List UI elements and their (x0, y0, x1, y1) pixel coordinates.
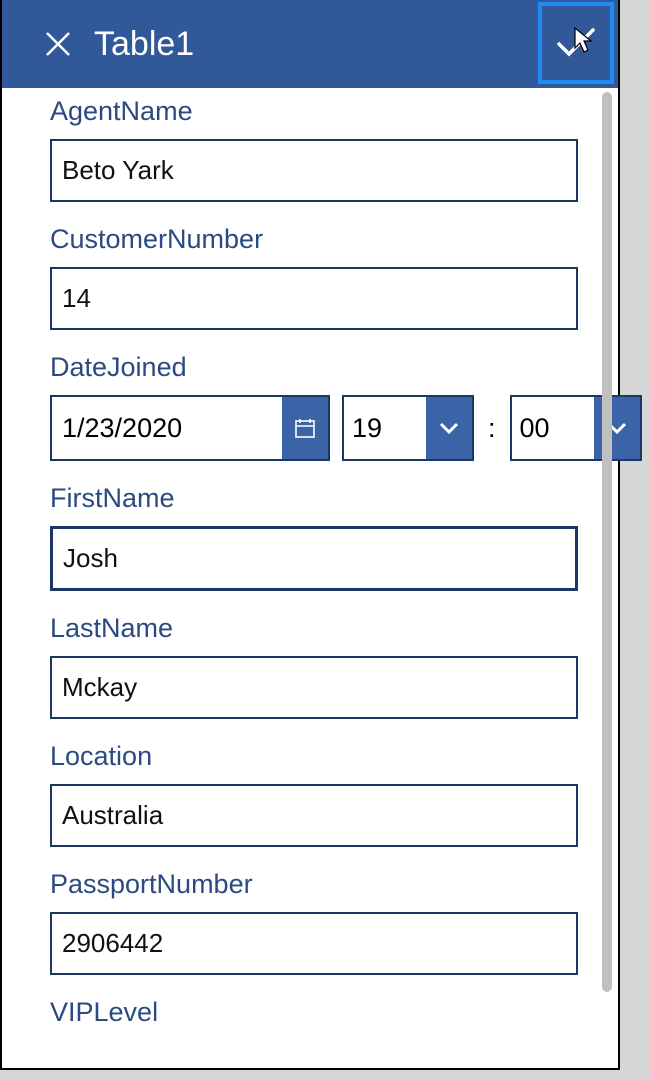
input-firstname[interactable] (50, 526, 578, 591)
field-location: Location (50, 741, 578, 847)
field-firstname: FirstName (50, 483, 578, 591)
field-lastname: LastName (50, 613, 578, 719)
form-body: AgentName CustomerNumber DateJoined 1/23… (2, 96, 618, 1028)
calendar-button[interactable] (282, 397, 328, 459)
input-lastname[interactable] (50, 656, 578, 719)
submit-button[interactable] (538, 2, 614, 84)
field-datejoined: DateJoined 1/23/2020 (50, 352, 578, 461)
input-agentname[interactable] (50, 139, 578, 202)
label-viplevel: VIPLevel (50, 997, 578, 1028)
minute-dropdown[interactable]: 00 (510, 395, 642, 461)
minute-value: 00 (512, 397, 594, 459)
scrollbar[interactable] (602, 92, 612, 1032)
label-lastname: LastName (50, 613, 578, 644)
hour-chevron-button[interactable] (426, 397, 472, 459)
page-title: Table1 (94, 25, 194, 64)
date-picker[interactable]: 1/23/2020 (50, 395, 330, 461)
label-location: Location (50, 741, 578, 772)
calendar-icon (294, 417, 316, 439)
hour-dropdown[interactable]: 19 (342, 395, 474, 461)
input-location[interactable] (50, 784, 578, 847)
chevron-down-icon (438, 421, 460, 435)
field-viplevel: VIPLevel (50, 997, 578, 1028)
app-frame: Table1 AgentName CustomerNumber DateJoin… (0, 0, 620, 1070)
date-value: 1/23/2020 (52, 397, 282, 459)
header-bar: Table1 (2, 0, 618, 88)
field-passportnumber: PassportNumber (50, 869, 578, 975)
outer-background (621, 0, 649, 1080)
minute-chevron-button[interactable] (594, 397, 640, 459)
close-button[interactable] (40, 26, 76, 62)
label-datejoined: DateJoined (50, 352, 578, 383)
label-firstname: FirstName (50, 483, 578, 514)
field-customernumber: CustomerNumber (50, 224, 578, 330)
input-customernumber[interactable] (50, 267, 578, 330)
label-customernumber: CustomerNumber (50, 224, 578, 255)
scrollbar-thumb[interactable] (602, 92, 612, 992)
close-icon (44, 30, 72, 58)
check-icon (555, 26, 597, 60)
label-agentname: AgentName (50, 96, 578, 127)
label-passportnumber: PassportNumber (50, 869, 578, 900)
hour-value: 19 (344, 397, 426, 459)
field-agentname: AgentName (50, 96, 578, 202)
input-passportnumber[interactable] (50, 912, 578, 975)
time-separator: : (486, 395, 498, 461)
date-row: 1/23/2020 19 (50, 395, 578, 461)
